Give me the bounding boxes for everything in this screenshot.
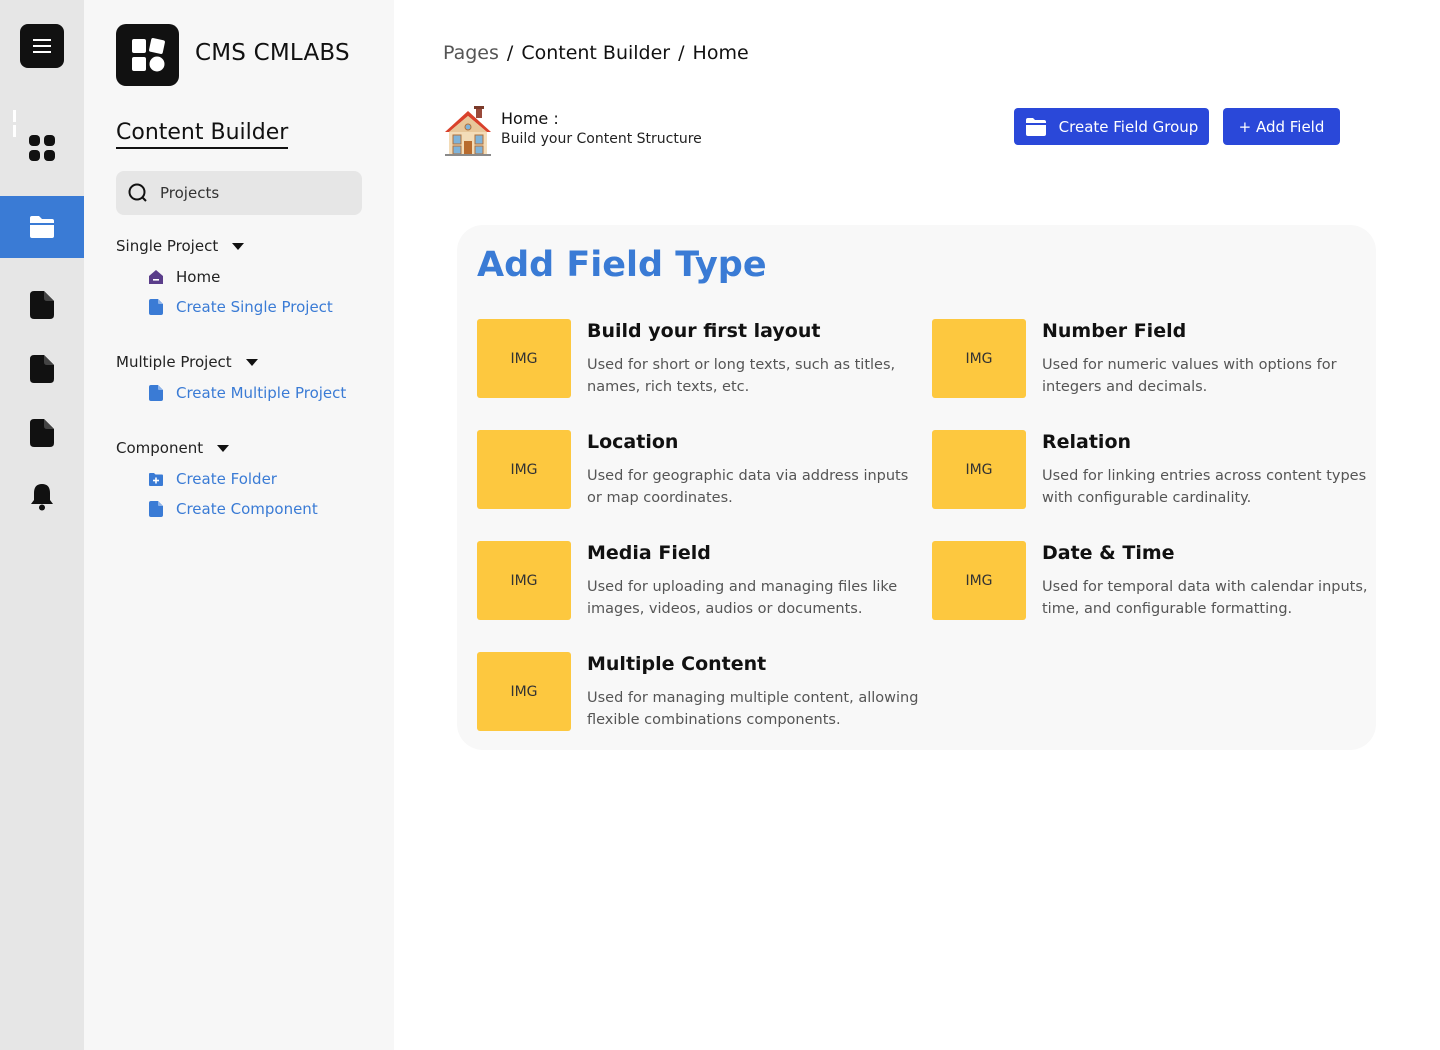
search-input[interactable] bbox=[160, 184, 350, 202]
breadcrumb-home: Home bbox=[692, 42, 749, 64]
sidebar-item-label: Create Multiple Project bbox=[176, 384, 347, 402]
rail-file-1[interactable] bbox=[0, 274, 84, 336]
brand-name: CMS CMLABS bbox=[195, 40, 350, 66]
card-title: Media Field bbox=[587, 542, 711, 564]
search-box[interactable] bbox=[116, 171, 362, 215]
logo-icon bbox=[131, 38, 165, 72]
card-title: Date & Time bbox=[1042, 542, 1175, 564]
sidebar-item-create-single-project[interactable]: Create Single Project bbox=[148, 298, 333, 316]
add-field-button[interactable]: + Add Field bbox=[1223, 108, 1340, 145]
caret-down-icon bbox=[245, 358, 258, 366]
house-icon bbox=[445, 106, 491, 156]
add-field-label: + Add Field bbox=[1238, 117, 1325, 136]
card-thumbnail: IMG bbox=[477, 430, 571, 509]
breadcrumb: Pages / Content Builder / Home bbox=[443, 42, 749, 64]
brand-logo[interactable] bbox=[116, 24, 179, 86]
sidebar-item-create-folder[interactable]: Create Folder bbox=[148, 470, 277, 488]
folder-plus-icon bbox=[149, 473, 163, 486]
card-thumbnail: IMG bbox=[932, 319, 1026, 398]
sidebar-item-label: Create Single Project bbox=[176, 298, 333, 316]
field-card-location[interactable]: IMG Location Used for geographic data vi… bbox=[477, 430, 917, 510]
field-card-number[interactable]: IMG Number Field Used for numeric values… bbox=[932, 319, 1372, 399]
file-icon bbox=[30, 291, 54, 319]
app-root: CMS CMLABS Content Builder Single Projec… bbox=[0, 0, 1440, 1050]
group-label: Single Project bbox=[116, 237, 219, 255]
field-card-media[interactable]: IMG Media Field Used for uploading and m… bbox=[477, 541, 917, 621]
bell-icon bbox=[31, 484, 53, 511]
card-title: Build your first layout bbox=[587, 320, 821, 342]
page-header: Home : Build your Content Structure bbox=[443, 105, 702, 157]
card-title: Multiple Content bbox=[587, 653, 767, 675]
file-icon bbox=[149, 299, 163, 315]
file-icon bbox=[149, 385, 163, 401]
content-sidebar: CMS CMLABS Content Builder Single Projec… bbox=[84, 0, 394, 1050]
card-thumbnail: IMG bbox=[477, 319, 571, 398]
create-field-group-button[interactable]: Create Field Group bbox=[1014, 108, 1209, 145]
page-subtitle: Build your Content Structure bbox=[501, 131, 702, 147]
breadcrumb-separator: / bbox=[506, 42, 514, 64]
card-description: Used for uploading and managing files li… bbox=[587, 579, 898, 617]
file-icon bbox=[149, 501, 163, 517]
card-description: Used for linking entries across content … bbox=[1042, 468, 1367, 506]
panel-title: Add Field Type bbox=[477, 245, 767, 285]
card-thumbnail: IMG bbox=[477, 652, 571, 731]
page-title: Home : bbox=[501, 109, 559, 128]
group-label: Multiple Project bbox=[116, 353, 232, 371]
folder-icon bbox=[1025, 117, 1046, 136]
breadcrumb-pages[interactable]: Pages bbox=[443, 42, 499, 64]
file-icon bbox=[30, 419, 54, 447]
group-single-project[interactable]: Single Project bbox=[116, 237, 245, 255]
menu-button[interactable] bbox=[20, 24, 64, 68]
dashboard-icon bbox=[29, 135, 55, 161]
breadcrumb-content-builder[interactable]: Content Builder bbox=[521, 42, 670, 64]
caret-down-icon bbox=[217, 444, 230, 452]
card-title: Number Field bbox=[1042, 320, 1187, 342]
card-description: Used for short or long texts, such as ti… bbox=[587, 357, 896, 395]
field-type-panel: Add Field Type IMG Build your first layo… bbox=[457, 225, 1376, 750]
file-icon bbox=[30, 355, 54, 383]
card-description: Used for geographic data via address inp… bbox=[587, 468, 909, 506]
caret-down-icon bbox=[232, 242, 245, 250]
group-multiple-project[interactable]: Multiple Project bbox=[116, 353, 258, 371]
card-thumbnail: IMG bbox=[477, 541, 571, 620]
card-description: Used for temporal data with calendar inp… bbox=[1042, 579, 1368, 617]
rail-file-3[interactable] bbox=[0, 402, 84, 464]
field-card-multiple-content[interactable]: IMG Multiple Content Used for managing m… bbox=[477, 652, 918, 732]
rail-notifications[interactable] bbox=[0, 466, 84, 528]
rail-folder[interactable] bbox=[0, 196, 84, 258]
sidebar-item-create-component[interactable]: Create Component bbox=[148, 500, 318, 518]
card-thumbnail: IMG bbox=[932, 541, 1026, 620]
icon-rail bbox=[0, 0, 84, 1050]
create-field-group-label: Create Field Group bbox=[1058, 117, 1199, 136]
card-thumbnail: IMG bbox=[932, 430, 1026, 509]
sidebar-item-home[interactable]: Home bbox=[148, 268, 220, 286]
folder-icon bbox=[30, 216, 54, 238]
rail-dashboard[interactable] bbox=[0, 117, 84, 179]
rail-file-2[interactable] bbox=[0, 338, 84, 400]
sidebar-item-label: Create Folder bbox=[176, 470, 277, 488]
sidebar-item-create-multiple-project[interactable]: Create Multiple Project bbox=[148, 384, 346, 402]
card-description: Used for managing multiple content, allo… bbox=[587, 690, 919, 728]
group-component[interactable]: Component bbox=[116, 439, 230, 457]
group-label: Component bbox=[116, 439, 204, 457]
home-icon bbox=[149, 270, 163, 284]
card-description: Used for numeric values with options for… bbox=[1042, 357, 1337, 395]
menu-icon bbox=[33, 39, 51, 53]
card-title: Relation bbox=[1042, 431, 1132, 453]
search-icon bbox=[128, 183, 147, 202]
section-title: Content Builder bbox=[116, 120, 289, 149]
field-card-layout[interactable]: IMG Build your first layout Used for sho… bbox=[477, 319, 917, 399]
breadcrumb-separator: / bbox=[678, 42, 685, 64]
field-card-datetime[interactable]: IMG Date & Time Used for temporal data w… bbox=[932, 541, 1372, 621]
field-card-relation[interactable]: IMG Relation Used for linking entries ac… bbox=[932, 430, 1372, 510]
card-title: Location bbox=[587, 431, 679, 453]
sidebar-item-label: Create Component bbox=[176, 500, 318, 518]
sidebar-item-label: Home bbox=[176, 268, 221, 286]
